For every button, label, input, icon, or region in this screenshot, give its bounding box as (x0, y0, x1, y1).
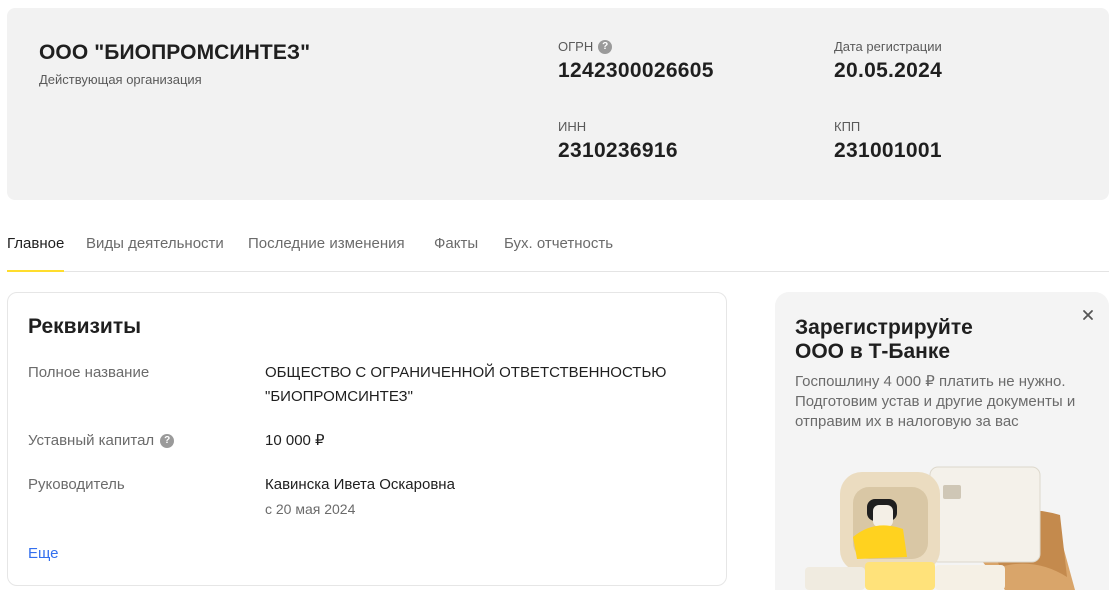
question-circle-icon[interactable]: ? (160, 433, 175, 448)
tab-accounting[interactable]: Бух. отчетность (504, 235, 613, 271)
tab-activities[interactable]: Виды деятельности (86, 235, 224, 271)
promo-illustration (805, 466, 1075, 590)
close-icon[interactable] (1077, 304, 1099, 326)
reg-date-label: Дата регистрации (834, 39, 942, 54)
ogrn-value: 1242300026605 (558, 59, 714, 82)
full-name-value: ОБЩЕСТВО С ОГРАНИЧЕННОЙ ОТВЕТСТВЕННОСТЬЮ… (265, 361, 685, 409)
capital-label-row: Уставный капитал ? (28, 432, 175, 449)
more-link[interactable]: Еще (28, 545, 59, 562)
promo-text: Госпошлину 4 000 ₽ платить не нужно. Под… (795, 373, 1076, 430)
tab-recent-changes[interactable]: Последние изменения (248, 235, 405, 271)
inn-value: 2310236916 (558, 139, 678, 162)
ogrn-label: ОГРН (558, 39, 594, 54)
capital-value: 10 000 ₽ (265, 432, 325, 449)
full-name-label: Полное название (28, 364, 150, 381)
director-name: Кавинска Ивета Оскаровна (265, 476, 455, 493)
question-circle-icon[interactable]: ? (598, 39, 613, 54)
reg-date-field: Дата регистрации 20.05.2024 (834, 39, 942, 83)
inn-label: ИНН (558, 119, 587, 134)
full-name-line2: "БИОПРОМСИНТЕЗ" (265, 388, 413, 405)
company-header-card: ООО "БИОПРОМСИНТЕЗ" Действующая организа… (7, 8, 1109, 200)
company-status: Действующая организация (39, 72, 202, 87)
tab-facts[interactable]: Факты (434, 235, 478, 271)
director-value: Кавинска Ивета Оскаровна с 20 мая 2024 (265, 473, 685, 521)
kpp-label: КПП (834, 119, 861, 134)
promo-banner: Зарегистрируйте ООО в Т-Банке Госпошлину… (775, 292, 1109, 590)
requisites-card: Реквизиты Полное название ОБЩЕСТВО С ОГР… (7, 292, 727, 586)
ogrn-field: ОГРН ? 1242300026605 (558, 39, 714, 83)
full-name-line1: ОБЩЕСТВО С ОГРАНИЧЕННОЙ ОТВЕТСТВЕННОСТЬЮ (265, 364, 667, 381)
requisites-title: Реквизиты (28, 315, 142, 338)
tab-main[interactable]: Главное (7, 235, 65, 272)
reg-date-value: 20.05.2024 (834, 59, 943, 82)
director-since: с 20 мая 2024 (265, 501, 356, 517)
promo-title: Зарегистрируйте ООО в Т-Банке (795, 316, 973, 363)
company-name: ООО "БИОПРОМСИНТЕЗ" (39, 41, 311, 64)
kpp-field: КПП 231001001 (834, 119, 942, 163)
director-label: Руководитель (28, 476, 125, 493)
inn-field: ИНН 2310236916 (558, 119, 678, 163)
kpp-value: 231001001 (834, 139, 942, 162)
tab-bar: Главное Виды деятельности Последние изме… (7, 228, 1109, 272)
capital-label: Уставный капитал (28, 432, 155, 449)
